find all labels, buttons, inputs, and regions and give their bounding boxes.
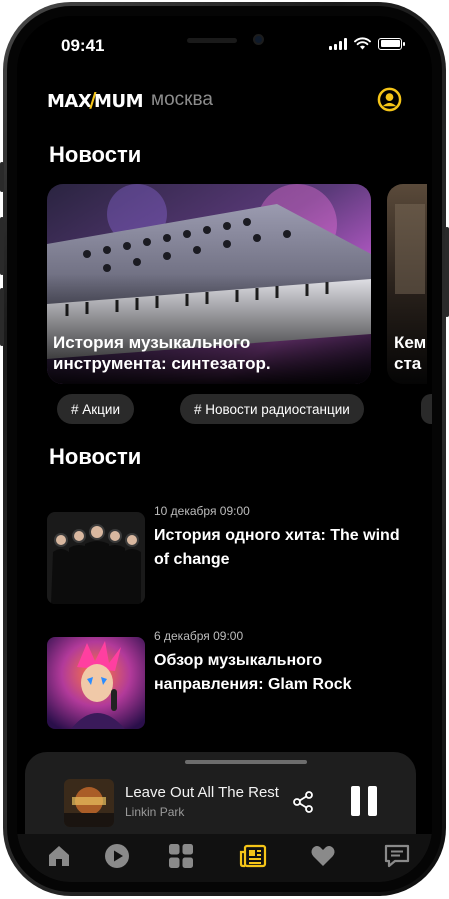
city-label: москва <box>151 89 213 110</box>
play-icon[interactable] <box>103 842 131 870</box>
chat-icon[interactable] <box>383 842 411 870</box>
speaker-grille <box>187 38 237 43</box>
album-cover <box>64 779 114 827</box>
news-item[interactable]: 6 декабря 09:00 Обзор музыкального напра… <box>47 629 427 737</box>
tag-more[interactable] <box>421 394 432 424</box>
tag-station-news[interactable]: # Новости радиостанции <box>180 394 364 424</box>
status-time: 09:41 <box>61 36 105 55</box>
front-camera <box>253 34 264 45</box>
cellular-signal-icon <box>329 37 347 50</box>
next-card-title-line1: Кем <box>394 333 427 352</box>
news-title: Обзор музыкального направления: Glam Roc… <box>154 652 352 693</box>
share-icon[interactable] <box>291 790 315 814</box>
track-artist: Linkin Park <box>125 805 185 819</box>
mute-switch <box>0 162 4 192</box>
band-photo-thumbnail <box>47 512 145 604</box>
featured-card[interactable]: История музыкального инструмента: синтез… <box>47 184 371 384</box>
track-title: Leave Out All The Rest <box>125 784 279 801</box>
wifi-icon <box>354 37 371 50</box>
heart-icon[interactable] <box>309 842 337 870</box>
power-button <box>445 227 449 317</box>
battery-icon <box>378 37 405 50</box>
pause-button[interactable] <box>351 786 377 816</box>
app-screen: 09:41 MAX/MUM москва Новости История муз… <box>17 16 432 882</box>
news-date: 6 декабря 09:00 <box>154 629 244 643</box>
tag-promotions[interactable]: # Акции <box>57 394 134 424</box>
grid-icon[interactable] <box>167 842 195 870</box>
featured-card-title: История музыкального инструмента: синтез… <box>53 333 271 373</box>
profile-icon[interactable] <box>377 87 402 112</box>
news-icon[interactable] <box>239 842 267 870</box>
bottom-nav <box>17 834 432 882</box>
status-icons <box>329 37 405 50</box>
news-item[interactable]: 10 декабря 09:00 История одного хита: Th… <box>47 504 427 612</box>
next-card-title-line2: ста <box>394 354 422 373</box>
volume-down-button <box>0 288 4 346</box>
pause-bar-left <box>351 786 360 816</box>
home-icon[interactable] <box>45 842 73 870</box>
news-section-title: Новости <box>49 444 142 469</box>
glam-rock-thumbnail <box>47 637 145 729</box>
news-title: История одного хита: The wind of change <box>154 527 400 568</box>
next-card-title: Кем ста <box>394 332 426 374</box>
volume-up-button <box>0 217 4 275</box>
player-drag-handle[interactable] <box>185 760 307 764</box>
logo-wordmark: MAX/MUM <box>47 88 143 112</box>
featured-section-title: Новости <box>49 142 142 167</box>
phone-frame: 09:41 MAX/MUM москва Новости История муз… <box>0 2 449 896</box>
station-logo: MAX/MUM москва <box>47 88 213 112</box>
news-date: 10 декабря 09:00 <box>154 504 250 518</box>
mini-player[interactable]: Leave Out All The Rest Linkin Park <box>25 752 416 834</box>
pause-bar-right <box>368 786 377 816</box>
